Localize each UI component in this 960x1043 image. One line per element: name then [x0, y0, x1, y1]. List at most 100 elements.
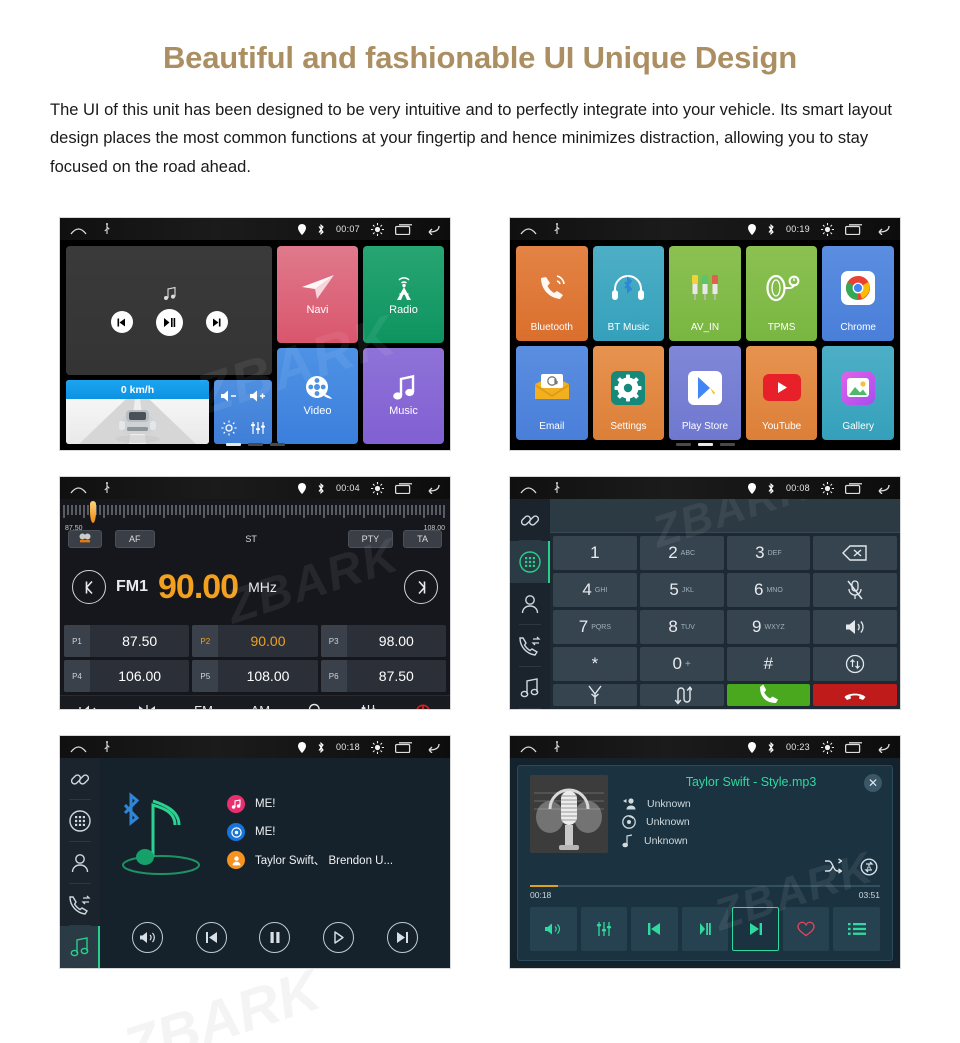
fm-band-button[interactable]: FM — [194, 703, 213, 709]
brightness-icon[interactable] — [821, 740, 834, 754]
search-icon[interactable] — [308, 703, 323, 709]
call-end-button[interactable] — [813, 684, 897, 706]
number-display[interactable] — [550, 499, 900, 533]
sidebar-item-link[interactable] — [510, 499, 550, 541]
back-icon[interactable] — [424, 483, 440, 494]
pty-button[interactable]: PTY — [347, 530, 394, 548]
usb-icon[interactable] — [553, 482, 561, 494]
preset-button[interactable]: P6 87.50 — [320, 660, 446, 692]
af-button[interactable]: AF — [115, 530, 155, 548]
next-button[interactable] — [205, 311, 228, 333]
page-dot[interactable] — [719, 443, 735, 446]
sidebar-item-link[interactable] — [60, 758, 100, 800]
brightness-icon[interactable] — [371, 740, 384, 754]
home-icon[interactable] — [520, 742, 537, 753]
recents-icon[interactable] — [845, 741, 863, 753]
app-email[interactable]: Email — [516, 345, 588, 440]
equalizer-button[interactable] — [580, 907, 628, 951]
usb-icon[interactable] — [103, 741, 111, 753]
usb-icon[interactable] — [103, 223, 111, 235]
volume-down-icon[interactable] — [219, 389, 239, 403]
brightness-icon[interactable] — [821, 481, 834, 495]
speaker-button[interactable] — [813, 610, 897, 644]
repeat-all-icon[interactable]: A — [860, 858, 878, 876]
home-icon[interactable] — [70, 742, 87, 753]
page-dot[interactable] — [675, 443, 691, 446]
brightness-icon[interactable] — [821, 222, 834, 236]
key-1[interactable]: 1 — [553, 536, 637, 570]
sidebar-item-call-history[interactable] — [60, 884, 100, 926]
app-tpms[interactable]: TPMS — [745, 246, 818, 341]
usb-icon[interactable] — [553, 223, 561, 235]
seek-prev-button[interactable] — [72, 570, 106, 604]
sidebar-item-contacts[interactable] — [510, 583, 550, 625]
loc-button[interactable] — [68, 530, 102, 548]
preset-button[interactable]: P3 98.00 — [320, 625, 446, 657]
tile-video[interactable]: Video — [277, 347, 358, 444]
scan-icon[interactable] — [137, 704, 157, 709]
tile-navi[interactable]: Navi — [277, 246, 358, 343]
key-star[interactable]: * — [553, 647, 637, 681]
power-icon[interactable] — [415, 703, 431, 709]
pause-button[interactable] — [681, 907, 729, 951]
play-pause-button[interactable] — [155, 308, 183, 336]
seek-next-button[interactable] — [404, 570, 438, 604]
key-5[interactable]: 5 JKL — [639, 573, 724, 607]
key-8[interactable]: 8 TUV — [639, 610, 724, 644]
page-dot[interactable] — [247, 443, 263, 446]
home-icon[interactable] — [520, 483, 537, 494]
recents-icon[interactable] — [845, 223, 863, 235]
brightness-icon[interactable] — [371, 481, 384, 495]
key-hash[interactable]: # — [726, 647, 811, 681]
tuner-needle[interactable] — [90, 501, 96, 523]
usb-icon[interactable] — [103, 482, 111, 494]
back-icon[interactable] — [424, 224, 440, 235]
shuffle-icon[interactable] — [824, 858, 842, 876]
equalizer-icon[interactable] — [250, 421, 266, 435]
volume-up-icon[interactable] — [248, 389, 268, 403]
app-settings[interactable]: Settings — [592, 345, 665, 440]
sidebar-item-dialpad[interactable] — [510, 541, 550, 583]
speed-widget[interactable]: 0 km/h — [66, 380, 209, 444]
home-icon[interactable] — [70, 483, 87, 494]
key-3[interactable]: 3 DEF — [726, 536, 811, 570]
back-icon[interactable] — [874, 483, 890, 494]
favorite-button[interactable] — [782, 907, 830, 951]
swap-call-button[interactable] — [639, 684, 724, 706]
ta-button[interactable]: TA — [403, 530, 442, 548]
merge-call-button[interactable] — [553, 684, 637, 706]
preset-button[interactable]: P2 90.00 — [192, 625, 318, 657]
mute-icon[interactable] — [79, 704, 99, 709]
recents-icon[interactable] — [395, 482, 413, 494]
next-button[interactable] — [386, 921, 418, 953]
volume-button[interactable] — [132, 921, 164, 953]
key-6[interactable]: 6 MNO — [726, 573, 811, 607]
app-chrome[interactable]: Chrome — [822, 246, 894, 341]
sidebar-item-call-history[interactable] — [510, 625, 550, 667]
am-band-button[interactable]: AM — [251, 703, 271, 709]
sidebar-item-dialpad[interactable] — [60, 800, 100, 842]
mic-mute-button[interactable] — [813, 573, 897, 607]
key-4[interactable]: 4 GHI — [553, 573, 637, 607]
close-button[interactable]: ✕ — [864, 774, 882, 792]
frequency-scale[interactable]: 87.50 108.00 — [60, 499, 450, 532]
brightness-icon[interactable] — [221, 420, 237, 436]
app-bluetooth[interactable]: Bluetooth — [516, 246, 588, 341]
key-9[interactable]: 9 WXYZ — [726, 610, 811, 644]
preset-button[interactable]: P4 106.00 — [64, 660, 190, 692]
key-0[interactable]: 0 + — [639, 647, 724, 681]
usb-icon[interactable] — [553, 741, 561, 753]
sidebar-item-bt-music[interactable] — [510, 667, 550, 709]
next-button[interactable] — [732, 907, 779, 951]
call-answer-button[interactable] — [726, 684, 811, 706]
app-youtube[interactable]: YouTube — [745, 345, 818, 440]
brightness-icon[interactable] — [371, 222, 384, 236]
music-progress[interactable]: 00:18 03:51 — [518, 884, 892, 903]
equalizer-icon[interactable] — [360, 704, 377, 709]
preset-button[interactable]: P5 108.00 — [192, 660, 318, 692]
app-play-store[interactable]: Play Store — [669, 345, 741, 440]
prev-button[interactable] — [195, 921, 227, 953]
app-gallery[interactable]: Gallery — [822, 345, 894, 440]
volume-button[interactable] — [530, 907, 577, 951]
key-7[interactable]: 7 PQRS — [553, 610, 637, 644]
